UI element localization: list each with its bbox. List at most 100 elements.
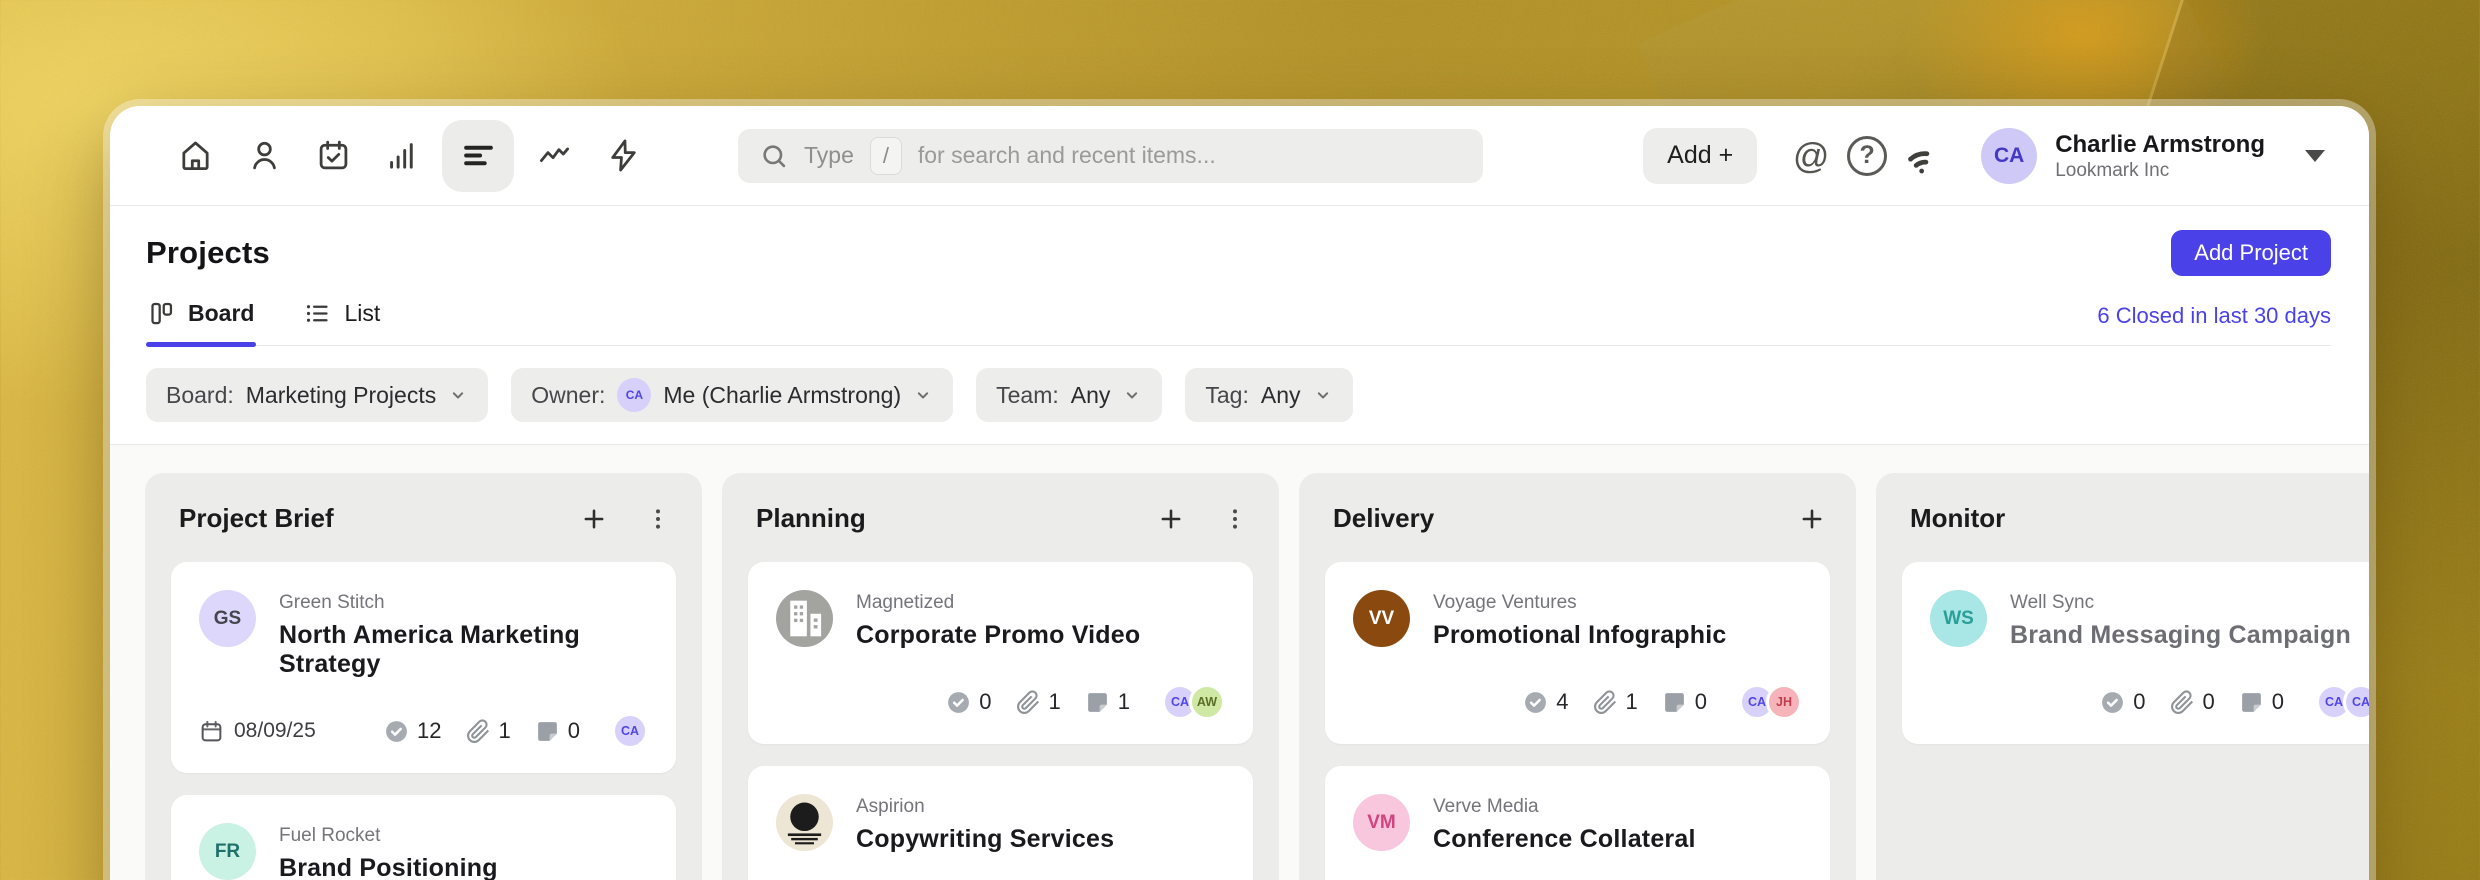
avatar: CA (617, 378, 651, 412)
tasks-icon (946, 690, 971, 715)
attachment-icon (1016, 690, 1041, 715)
avatar: JH (1766, 684, 1802, 720)
filter-owner[interactable]: Owner: CA Me (Charlie Armstrong) (511, 368, 953, 422)
add-card-button[interactable] (580, 505, 608, 533)
company-avatar (776, 590, 833, 647)
notes-count: 0 (2239, 689, 2284, 715)
calendar-check-icon[interactable] (304, 127, 362, 185)
chevron-down-icon (1313, 385, 1333, 405)
tasks-count: 0 (946, 689, 991, 715)
notes-count: 1 (1085, 689, 1130, 715)
tab-list[interactable]: List (302, 290, 382, 345)
board-column-project-brief: Project BriefGSGreen StitchNorth America… (145, 473, 702, 880)
tasks-count: 4 (1523, 689, 1568, 715)
member-avatars: CA (612, 713, 648, 749)
avatar: CA (612, 713, 648, 749)
attachments-count: 1 (1016, 689, 1061, 715)
company-name: Magnetized (856, 592, 1140, 614)
project-card[interactable]: GSGreen StitchNorth America Marketing St… (171, 562, 676, 773)
company-name: Fuel Rocket (279, 825, 498, 847)
project-card[interactable]: WSWell SyncBrand Messaging Campaign000CA… (1902, 562, 2369, 744)
project-title: North America Marketing Strategy (279, 621, 648, 679)
notes-icon (535, 719, 560, 744)
company-name: Green Stitch (279, 592, 648, 614)
due-date: 08/09/25 (199, 719, 316, 744)
add-project-button[interactable]: Add Project (2171, 230, 2331, 276)
member-avatars: CAJH (1739, 684, 1802, 720)
kanban-board: Project BriefGSGreen StitchNorth America… (110, 445, 2369, 880)
search-icon (760, 142, 788, 170)
column-title: Delivery (1333, 503, 1434, 534)
active-tab-underline (146, 342, 256, 347)
project-title: Brand Positioning (279, 854, 498, 880)
board-column-planning: Planning Magnetized Corporate Promo Video 0… (722, 473, 1279, 880)
top-nav: Type / for search and recent items... Ad… (110, 106, 2369, 206)
home-icon[interactable] (166, 127, 224, 185)
bar-chart-icon[interactable] (373, 127, 431, 185)
attachments-count: 0 (2170, 689, 2215, 715)
chevron-down-icon (1122, 385, 1142, 405)
company-avatar (776, 794, 833, 851)
tab-board[interactable]: Board (146, 290, 256, 345)
aspirion-logo (776, 794, 833, 851)
filter-bar: Board: Marketing Projects Owner: CA Me (… (110, 346, 2369, 445)
activity-icon[interactable] (525, 127, 583, 185)
nav-icon-group (166, 120, 652, 192)
member-avatars: CAAW (1162, 684, 1225, 720)
filter-team[interactable]: Team: Any (976, 368, 1162, 422)
filter-tag[interactable]: Tag: Any (1185, 368, 1352, 422)
company-name: Well Sync (2010, 592, 2351, 614)
kebab-menu-icon (1221, 505, 1249, 533)
add-button[interactable]: Add + (1643, 128, 1757, 184)
avatar: AW (1189, 684, 1225, 720)
profile-menu[interactable]: CA Charlie Armstrong Lookmark Inc (1981, 128, 2325, 184)
tasks-icon (2100, 690, 2125, 715)
add-card-icon (1157, 505, 1185, 533)
project-card[interactable]: FRFuel RocketBrand Positioning420CALDAW (171, 795, 676, 880)
attachment-icon (466, 719, 491, 744)
company-avatar: VM (1353, 794, 1410, 851)
column-title: Planning (756, 503, 866, 534)
attachments-count: 1 (1593, 689, 1638, 715)
search-placeholder: for search and recent items... (918, 142, 1216, 169)
project-title: Corporate Promo Video (856, 621, 1140, 650)
project-card[interactable]: MagnetizedCorporate Promo Video011CAAW (748, 562, 1253, 744)
avatar: CA (2343, 684, 2369, 720)
company-name: Verve Media (1433, 796, 1696, 818)
project-card[interactable]: VVVoyage VenturesPromotional Infographic… (1325, 562, 1830, 744)
chevron-down-icon (448, 385, 468, 405)
column-menu-button[interactable] (644, 505, 672, 533)
column-menu-button[interactable] (1221, 505, 1249, 533)
project-card[interactable]: VMVerve MediaConference Collateral861CAS… (1325, 766, 1830, 880)
mentions-icon[interactable]: @ (1783, 128, 1839, 184)
user-org: Lookmark Inc (2055, 160, 2265, 182)
search-input[interactable]: Type / for search and recent items... (738, 129, 1483, 183)
add-card-button[interactable] (1157, 505, 1185, 533)
board-column-delivery: Delivery VVVoyage VenturesPromotional Inf… (1299, 473, 1856, 880)
user-icon[interactable] (235, 127, 293, 185)
chevron-down-icon (2305, 150, 2325, 162)
kebab-menu-icon (644, 505, 672, 533)
filter-board[interactable]: Board: Marketing Projects (146, 368, 488, 422)
add-card-icon (1798, 505, 1826, 533)
project-card[interactable]: AspirionCopywriting Services04/08/25610C… (748, 766, 1253, 880)
add-card-icon (580, 505, 608, 533)
view-tabs: Board List (146, 290, 382, 345)
slash-key-badge: / (870, 137, 902, 175)
projects-board-icon[interactable] (442, 120, 514, 192)
attachments-count: 1 (466, 718, 511, 744)
help-icon[interactable]: ? (1839, 128, 1895, 184)
tasks-icon (1523, 690, 1548, 715)
closed-projects-link[interactable]: 6 Closed in last 30 days (2097, 303, 2331, 345)
company-name: Aspirion (856, 796, 1114, 818)
feather-icon[interactable] (1895, 128, 1951, 184)
search-type-label: Type (804, 142, 854, 169)
calendar-icon (199, 719, 224, 744)
company-avatar: VV (1353, 590, 1410, 647)
avatar: CA (1981, 128, 2037, 184)
tasks-count: 0 (2100, 689, 2145, 715)
zap-icon[interactable] (594, 127, 652, 185)
project-title: Brand Messaging Campaign (2010, 621, 2351, 650)
add-card-button[interactable] (1798, 505, 1826, 533)
attachment-icon (2170, 690, 2195, 715)
